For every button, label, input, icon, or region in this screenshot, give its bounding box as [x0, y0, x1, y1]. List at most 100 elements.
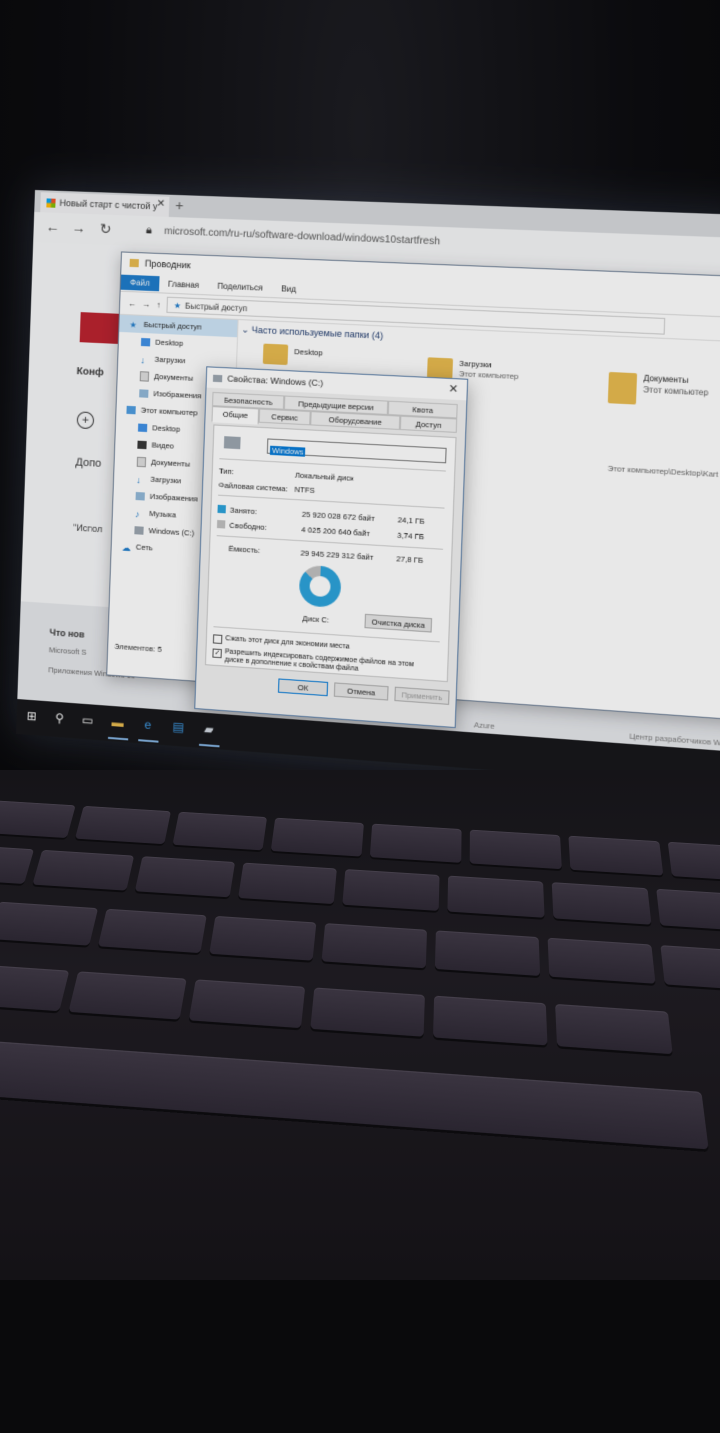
keyboard-key [434, 930, 541, 976]
used-bytes: 25 920 028 672 байт [301, 509, 375, 524]
video-icon [137, 440, 147, 449]
ribbon-tab-share[interactable]: Поделиться [208, 278, 272, 296]
keyboard-key [568, 835, 664, 876]
section-title: Часто используемые папки (4) [251, 324, 384, 341]
tab-general[interactable]: Общие [211, 406, 260, 425]
nav-item-label: Видео [151, 440, 174, 451]
keyboard-key [342, 869, 440, 911]
page-text-ispol: "Испол [73, 522, 103, 535]
pictures-icon [139, 388, 149, 398]
nav-item-label: Загрузки [154, 354, 186, 366]
drive-properties-icon[interactable]: ▰ [201, 722, 216, 737]
compress-checkbox[interactable] [212, 634, 223, 645]
url-field[interactable]: microsoft.com/ru-ru/software-download/wi… [164, 226, 440, 248]
ok-button[interactable]: ОК [277, 678, 329, 697]
keyboard-key [369, 823, 462, 863]
close-icon[interactable]: ✕ [448, 382, 458, 396]
nav-item-label: Сеть [135, 542, 153, 553]
keyboard-key [172, 811, 268, 851]
keyboard-key [656, 888, 720, 932]
computer-icon [126, 405, 136, 414]
keyboard [0, 749, 720, 1430]
desktop-icon [137, 423, 148, 432]
nav-item-label: Быстрый доступ [143, 319, 202, 332]
keyboard-key [0, 800, 76, 839]
disk-cleanup-button[interactable]: Очистка диска [364, 613, 433, 633]
keyboard-key [667, 841, 720, 883]
up-icon[interactable]: ↑ [156, 300, 160, 309]
documents-icon [139, 370, 150, 382]
expand-plus-icon[interactable]: + [76, 411, 95, 430]
keyboard-key [660, 945, 720, 992]
folder-icon [426, 357, 454, 380]
nav-item-label: Музыка [149, 508, 177, 520]
volume-name-value: Windows [269, 445, 306, 457]
new-tab-button[interactable]: + [175, 197, 184, 213]
ribbon-tab-view[interactable]: Вид [272, 280, 306, 297]
type-label: Тип: [218, 466, 235, 477]
edge-icon[interactable]: e [141, 717, 156, 732]
windows-start-icon[interactable]: ⊞ [24, 709, 38, 724]
music-icon: ♪ [134, 508, 140, 519]
keyboard-key [68, 971, 187, 1020]
browser-tab-title: Новый старт с чистой у [59, 197, 158, 212]
footer-link-azure[interactable]: Azure [474, 720, 495, 731]
keyboard-key [32, 849, 135, 891]
drive-properties-dialog: Свойства: Windows (C:) ✕ Безопасность Пр… [194, 366, 469, 729]
forward-icon[interactable]: → [142, 299, 150, 308]
keyboard-key [209, 915, 317, 961]
capacity-bytes: 29 945 229 312 байт [300, 548, 374, 563]
folder-name: Загрузки [459, 358, 492, 370]
search-icon[interactable]: ⚲ [52, 711, 66, 726]
drive-icon [134, 525, 144, 535]
tab-tools[interactable]: Сервис [258, 408, 311, 426]
nav-item-label: Desktop [155, 337, 184, 348]
used-label: Занято: [229, 505, 258, 517]
task-view-icon[interactable]: ▭ [80, 713, 95, 728]
back-icon[interactable]: ← [128, 299, 136, 308]
index-checkbox[interactable]: ✓ [212, 648, 222, 659]
keyboard-key [551, 882, 652, 925]
desktop-icon [140, 337, 151, 346]
folder-name: Документы [643, 373, 689, 386]
used-space-swatch [217, 504, 226, 514]
close-tab-icon[interactable]: ✕ [156, 198, 165, 209]
keyboard-key [0, 963, 70, 1012]
back-icon[interactable]: ← [45, 218, 60, 235]
laptop-keyboard-deck [0, 770, 720, 1280]
keyboard-key [188, 979, 306, 1029]
status-bar: Элементов: 5 [114, 641, 162, 655]
nav-item-label: Документы [153, 371, 194, 383]
refresh-icon[interactable]: ↻ [99, 220, 111, 238]
store-icon[interactable]: ▤ [171, 719, 186, 735]
drive-icon [212, 374, 223, 382]
footer-heading: Что нов [49, 627, 85, 640]
keyboard-key [469, 829, 562, 870]
footer-link-ms[interactable]: Microsoft S [49, 645, 87, 657]
tab-sharing[interactable]: Доступ [399, 415, 458, 433]
type-value: Локальный диск [294, 470, 354, 483]
page-text-konf: Конф [76, 366, 104, 379]
nav-item-label: Изображения [149, 491, 198, 504]
nav-item-label: Изображения [153, 389, 202, 401]
ribbon-tab-home[interactable]: Главная [159, 276, 209, 293]
keyboard-key [238, 862, 337, 905]
forward-icon[interactable]: → [71, 219, 86, 236]
keyboard-key [433, 995, 548, 1046]
volume-name-input[interactable]: Windows [266, 438, 447, 464]
download-icon: ↓ [136, 474, 141, 485]
cancel-button[interactable]: Отмена [333, 682, 389, 701]
nav-item-label: Этот компьютер [140, 405, 198, 418]
free-space-swatch [216, 519, 226, 529]
keyboard-key [555, 1003, 673, 1055]
keyboard-key [270, 817, 364, 857]
lock-icon: 🔒︎ [145, 224, 153, 237]
file-explorer-icon[interactable]: ▬ [110, 715, 125, 730]
keyboard-key [321, 923, 428, 969]
apply-button[interactable]: Применить [394, 686, 450, 705]
ribbon-tab-file[interactable]: Файл [120, 274, 160, 291]
compress-label: Сжать этот диск для экономии места [225, 635, 350, 651]
folder-icon [262, 343, 289, 366]
keyboard-key [547, 937, 656, 984]
download-icon: ↓ [140, 354, 146, 365]
